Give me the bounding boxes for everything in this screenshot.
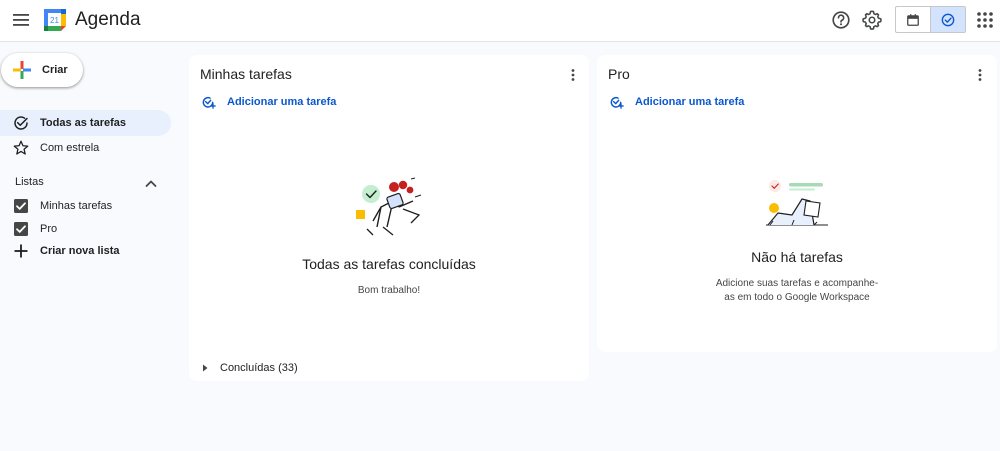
- create-new-list-label: Criar nova lista: [40, 245, 120, 257]
- sidebar-item-label: Todas as tarefas: [40, 117, 127, 129]
- calendar-view-button[interactable]: [896, 7, 930, 32]
- empty-state-subtitle-line2: as em todo o Google Workspace: [724, 292, 870, 303]
- sidebar-item-all-tasks[interactable]: Todas as tarefas: [0, 110, 171, 136]
- card-title: Minhas tarefas: [200, 66, 292, 82]
- empty-state-title: Todas as tarefas concluídas: [302, 256, 476, 272]
- task-list-card-pro: Pro Adicionar uma tarefa Não há tarefas …: [597, 55, 997, 352]
- empty-state-title: Não há tarefas: [751, 249, 843, 265]
- no-tasks-illustration: [766, 180, 828, 226]
- empty-state-subtitle-line1: Adicione suas tarefas e acompanhe-: [715, 278, 879, 289]
- add-task-icon: [610, 96, 624, 109]
- completed-tasks-toggle[interactable]: Concluídas (33): [200, 360, 298, 376]
- plus-multicolor-icon: [13, 61, 31, 79]
- logo-day-number: 21: [50, 16, 59, 25]
- help-icon[interactable]: [830, 9, 852, 31]
- view-toggle: [895, 6, 966, 33]
- calendar-icon: [907, 13, 919, 26]
- add-task-button[interactable]: Adicionar uma tarefa: [608, 93, 744, 111]
- more-vert-icon[interactable]: [565, 67, 581, 83]
- apps-grid-icon[interactable]: [975, 10, 995, 30]
- sidebar-list-label: Pro: [40, 223, 58, 235]
- completed-tasks-label: Concluídas (33): [220, 362, 298, 374]
- hamburger-menu-icon[interactable]: [10, 8, 34, 32]
- card-title: Pro: [608, 66, 630, 82]
- sidebar-item-label: Com estrela: [40, 142, 100, 154]
- task-list-card-my-tasks: Minhas tarefas Adicionar uma tarefa Toda…: [189, 55, 589, 381]
- create-button[interactable]: Criar: [1, 53, 83, 87]
- calendar-logo-icon: 21: [44, 9, 66, 31]
- tasks-view-button[interactable]: [930, 7, 965, 32]
- chevron-up-icon[interactable]: [143, 176, 159, 192]
- app-title: Agenda: [75, 9, 141, 30]
- create-button-label: Criar: [42, 64, 68, 76]
- add-task-label: Adicionar uma tarefa: [635, 96, 745, 108]
- top-bar: 21 Agenda: [0, 0, 1000, 42]
- settings-gear-icon[interactable]: [861, 9, 883, 31]
- check-circle-icon: [14, 116, 28, 130]
- add-task-label: Adicionar uma tarefa: [227, 96, 337, 108]
- empty-state-subtitle: Bom trabalho!: [357, 285, 421, 296]
- more-vert-icon[interactable]: [972, 67, 988, 83]
- add-task-icon: [202, 96, 216, 109]
- plus-icon: [14, 244, 28, 258]
- checkbox-checked-icon[interactable]: [13, 221, 29, 237]
- tasks-check-icon: [941, 13, 955, 26]
- sidebar-list-label: Minhas tarefas: [40, 200, 113, 212]
- add-task-button[interactable]: Adicionar uma tarefa: [200, 93, 336, 111]
- lists-section-label: Listas: [15, 176, 44, 188]
- all-done-illustration: [356, 177, 422, 236]
- checkbox-checked-icon[interactable]: [13, 198, 29, 214]
- caret-right-icon: [203, 364, 208, 372]
- star-outline-icon: [13, 140, 29, 155]
